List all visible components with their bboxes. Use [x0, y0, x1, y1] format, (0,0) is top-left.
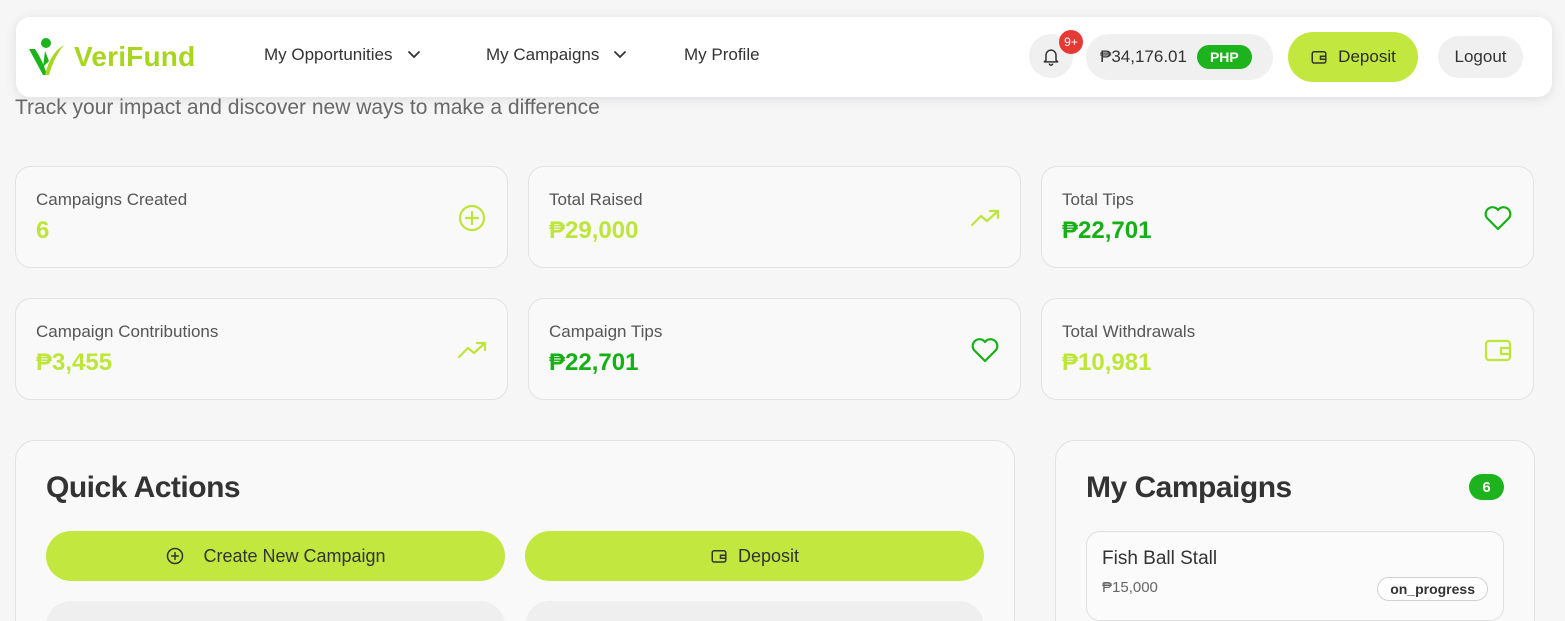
- currency-badge: PHP: [1196, 45, 1252, 69]
- heart-icon: [971, 338, 999, 363]
- nav-my-profile-label: My Profile: [684, 45, 760, 64]
- plus-circle-icon: [458, 204, 486, 232]
- create-campaign-button[interactable]: Create New Campaign: [46, 531, 505, 581]
- verifund-logo-icon: [29, 38, 64, 75]
- stat-card-total-raised: Total Raised ₱29,000: [528, 166, 1021, 268]
- stat-value: 6: [36, 217, 50, 244]
- quick-actions-panel: Quick Actions Create New Campaign Deposi…: [15, 440, 1015, 621]
- campaign-list-item[interactable]: Fish Ball Stall ₱15,000 on_progress: [1086, 531, 1504, 621]
- chevron-down-icon: [407, 51, 420, 59]
- nav-my-campaigns[interactable]: My Campaigns: [486, 45, 627, 65]
- top-navbar: VeriFund My Opportunities My Campaigns M…: [16, 17, 1552, 97]
- bell-icon: [1043, 49, 1059, 66]
- stat-value: ₱29,000: [549, 217, 639, 244]
- stat-label: Total Tips: [1062, 190, 1134, 209]
- chevron-down-icon: [614, 51, 627, 59]
- stat-card-campaign-contributions: Campaign Contributions ₱3,455: [15, 298, 508, 400]
- page-subtitle: Track your impact and discover new ways …: [15, 96, 600, 119]
- stat-label: Campaigns Created: [36, 190, 188, 209]
- stat-label: Campaign Tips: [549, 322, 663, 341]
- balance-amount: ₱34,176.01: [1100, 47, 1187, 66]
- logout-label: Logout: [1454, 47, 1507, 66]
- trending-up-icon: [457, 341, 487, 359]
- stat-label: Total Withdrawals: [1062, 322, 1196, 341]
- quick-deposit-label: Deposit: [737, 545, 800, 566]
- nav-my-campaigns-label: My Campaigns: [486, 45, 600, 64]
- stat-value: ₱22,701: [1062, 217, 1152, 244]
- stat-label: Campaign Contributions: [36, 322, 219, 341]
- nav-my-opportunities[interactable]: My Opportunities: [264, 45, 421, 65]
- nav-deposit-button[interactable]: Deposit: [1288, 32, 1418, 82]
- logout-button[interactable]: Logout: [1438, 36, 1523, 78]
- campaign-status-badge: on_progress: [1377, 577, 1488, 601]
- brand-name: VeriFund: [74, 41, 196, 72]
- campaign-count-badge: 6: [1469, 474, 1504, 500]
- stat-label: Total Raised: [549, 190, 643, 209]
- wallet-icon: [1311, 51, 1327, 64]
- trending-up-icon: [970, 209, 1000, 227]
- wallet-icon: [1484, 339, 1512, 362]
- quick-action-button[interactable]: [46, 601, 505, 621]
- quick-action-button[interactable]: [525, 601, 984, 621]
- wallet-balance: ₱34,176.01 PHP: [1086, 34, 1273, 80]
- notifications-button[interactable]: 9+: [1029, 30, 1083, 78]
- notification-count-badge: 9+: [1059, 30, 1083, 54]
- nav-my-profile[interactable]: My Profile: [684, 45, 760, 65]
- stat-card-campaigns-created: Campaigns Created 6: [15, 166, 508, 268]
- create-campaign-label: Create New Campaign: [203, 545, 386, 566]
- campaign-amount: ₱15,000: [1102, 579, 1158, 596]
- wallet-icon: [711, 550, 727, 563]
- nav-deposit-label: Deposit: [1338, 47, 1396, 66]
- my-campaigns-panel: My Campaigns 6 Fish Ball Stall ₱15,000 o…: [1055, 440, 1535, 621]
- stat-card-total-withdrawals: Total Withdrawals ₱10,981: [1041, 298, 1534, 400]
- quick-actions-title: Quick Actions: [46, 471, 241, 504]
- stat-value: ₱22,701: [549, 349, 639, 376]
- quick-deposit-button[interactable]: Deposit: [525, 531, 984, 581]
- brand-logo[interactable]: VeriFund: [26, 37, 195, 77]
- campaign-name: Fish Ball Stall: [1102, 548, 1218, 569]
- stat-value: ₱10,981: [1062, 349, 1152, 376]
- heart-icon: [1484, 206, 1512, 231]
- stat-card-campaign-tips: Campaign Tips ₱22,701: [528, 298, 1021, 400]
- stat-value: ₱3,455: [36, 349, 113, 376]
- my-campaigns-title: My Campaigns: [1086, 471, 1292, 504]
- nav-my-opportunities-label: My Opportunities: [264, 45, 393, 64]
- plus-circle-icon: [167, 547, 184, 565]
- stat-card-total-tips: Total Tips ₱22,701: [1041, 166, 1534, 268]
